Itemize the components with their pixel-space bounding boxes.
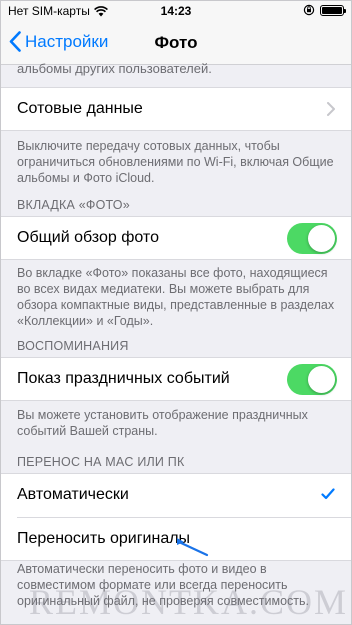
orientation-lock-icon [303,4,315,16]
navigation-bar: Настройки Фото [1,21,351,65]
photos-summary-cell: Общий обзор фото [1,216,351,260]
status-time: 14:23 [160,4,192,18]
photos-tab-header: ВКЛАДКА «ФОТО» [17,198,130,212]
transfer-option-automatic-label: Автоматически [17,486,129,503]
photos-tab-footer: Во вкладке «Фото» показаны все фото, нах… [17,266,335,328]
memories-footer: Вы можете установить отображение праздни… [17,408,308,438]
partial-footer-text: альбомы других пользователей. [17,61,212,76]
chevron-right-icon [327,102,335,116]
photos-summary-label: Общий обзор фото [17,229,159,246]
holiday-events-label: Показ праздничных событий [17,370,230,387]
annotation-arrow-icon [177,538,209,557]
status-bar: Нет SIM-карты 14:23 [1,1,351,21]
watermark-text: REMONTKA.COM [29,582,349,622]
status-right [303,4,346,16]
transfer-option-originals-label: Переносить оригиналы [17,530,191,547]
holiday-events-toggle[interactable] [287,364,337,395]
battery-icon [320,4,346,16]
page-title: Фото [154,33,198,52]
transfer-header: ПЕРЕНОС НА MAC ИЛИ ПК [17,455,185,469]
cellular-data-label: Сотовые данные [17,100,143,117]
memories-header: ВОСПОМИНАНИЯ [17,339,129,353]
transfer-option-automatic[interactable]: Автоматически [1,474,351,518]
holiday-events-cell: Показ праздничных событий [1,357,351,401]
cellular-data-cell[interactable]: Сотовые данные [1,87,351,131]
photos-summary-toggle[interactable] [287,223,337,254]
cellular-footer: Выключите передачу сотовых данных, чтобы… [17,139,334,185]
checkmark-icon [321,488,335,500]
